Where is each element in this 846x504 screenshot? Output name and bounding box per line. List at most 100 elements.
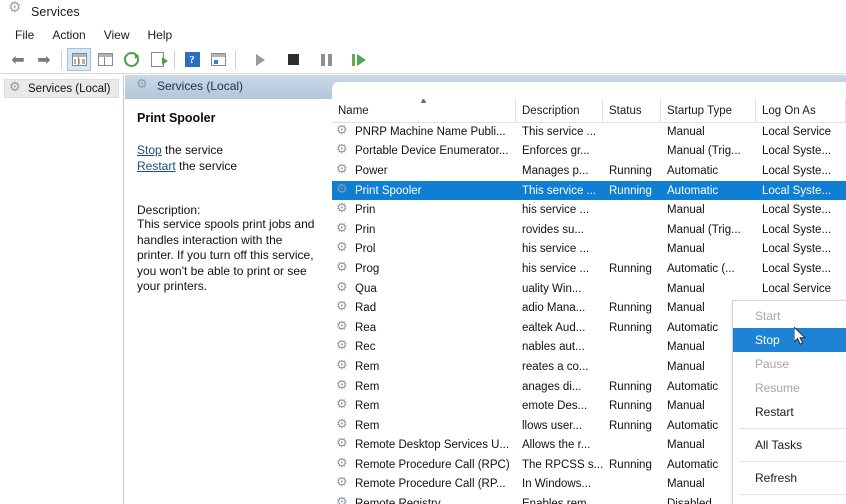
cell-status: Running [603, 400, 661, 412]
cell-name: Remote Desktop Services U... [332, 438, 516, 452]
body-area: Services (Local) Services (Local) Print … [0, 75, 846, 504]
detail-pane: Services (Local) Print Spooler Stop the … [125, 75, 846, 504]
stop-service-link[interactable]: Stop [137, 143, 162, 157]
gear-icon [336, 125, 350, 139]
cell-name: Portable Device Enumerator... [332, 144, 516, 158]
column-header-label: Description [522, 105, 580, 117]
column-header-name[interactable]: Name▲ [332, 99, 516, 122]
context-menu-item-start: Start [733, 304, 846, 328]
table-row[interactable]: PNRP Machine Name Publi...This service .… [332, 122, 846, 142]
context-menu-item-stop[interactable]: Stop [733, 328, 846, 352]
cell-logon: Local Service [756, 283, 846, 295]
tree-item-services-local[interactable]: Services (Local) [4, 79, 119, 98]
restart-service-button[interactable] [347, 48, 371, 71]
cell-logon: Local Syste... [756, 243, 846, 255]
menu-view[interactable]: View [95, 26, 139, 44]
service-name-label: Prin [355, 204, 375, 216]
menu-help[interactable]: Help [139, 26, 182, 44]
column-header-label: Status [609, 105, 642, 117]
gear-icon [336, 223, 350, 237]
sort-ascending-icon: ▲ [419, 99, 428, 105]
gear-icon [336, 477, 350, 491]
help-button[interactable]: ? [180, 48, 204, 71]
service-name-label: Prin [355, 224, 375, 236]
pause-service-button[interactable] [314, 48, 338, 71]
gear-icon [9, 82, 23, 96]
question-mark-icon: ? [185, 52, 200, 67]
cell-status: Running [603, 459, 661, 471]
cell-name: Prog [332, 262, 516, 276]
cell-name: Rem [332, 419, 516, 433]
restart-icon [352, 54, 366, 66]
service-name-label: Rem [355, 400, 379, 412]
cell-startup: Manual (Trig... [661, 145, 756, 157]
cell-name: Rad [332, 301, 516, 315]
menu-separator [739, 494, 846, 495]
column-header-log-on-as[interactable]: Log On As [756, 99, 846, 122]
show-action-pane-button[interactable] [206, 48, 230, 71]
pane-header-label: Services (Local) [157, 79, 243, 93]
back-button[interactable]: ⬅ [6, 48, 30, 71]
cell-startup: Automatic (... [661, 263, 756, 275]
cell-description: adio Mana... [516, 302, 603, 314]
service-name-label: Rem [355, 420, 379, 432]
table-row[interactable]: Portable Device Enumerator...Enforces gr… [332, 142, 846, 162]
menu-bar: File Action View Help [0, 24, 846, 46]
table-row[interactable]: Prinhis service ...ManualLocal Syste... [332, 200, 846, 220]
cell-name: PNRP Machine Name Publi... [332, 125, 516, 139]
pause-icon [321, 54, 332, 66]
table-row[interactable]: PowerManages p...RunningAutomaticLocal S… [332, 161, 846, 181]
table-row[interactable]: Quauality Win...ManualLocal Service [332, 279, 846, 299]
context-menu-item-restart[interactable]: Restart [733, 400, 846, 424]
start-service-button[interactable] [248, 48, 272, 71]
pane-header-band: Services (Local) [125, 75, 846, 99]
menu-separator [739, 428, 846, 429]
services-list: Name▲ Description Status Startup TypeLog On… [332, 99, 846, 504]
table-row[interactable]: Prinrovides su...Manual (Trig...Local Sy… [332, 220, 846, 240]
context-menu-item-label: All Tasks [755, 438, 802, 452]
column-header-status[interactable]: Status [603, 99, 661, 122]
gear-icon [336, 203, 350, 217]
menu-file[interactable]: File [6, 26, 43, 44]
context-menu-item-properties[interactable]: Properties [733, 499, 846, 504]
gear-icon [336, 438, 350, 452]
console-tree-pane: Services (Local) [0, 75, 124, 504]
cell-name: Rea [332, 321, 516, 335]
cell-name: Power [332, 164, 516, 178]
console-tree-icon [72, 53, 87, 66]
cell-description: his service ... [516, 204, 603, 216]
cell-description: Enforces gr... [516, 145, 603, 157]
export-list-icon [151, 52, 164, 67]
service-name-label: Rem [355, 361, 379, 373]
service-name-label: Rem [355, 381, 379, 393]
context-menu-item-all-tasks[interactable]: All Tasks› [733, 433, 846, 457]
cell-description: uality Win... [516, 283, 603, 295]
show-hide-console-tree-button[interactable] [67, 48, 91, 71]
cell-startup: Manual (Trig... [661, 224, 756, 236]
table-row[interactable]: Prolhis service ...ManualLocal Syste... [332, 240, 846, 260]
stop-service-button[interactable] [281, 48, 305, 71]
cell-startup: Automatic [661, 185, 756, 197]
column-header-startup-type[interactable]: Startup Type [661, 99, 756, 122]
cell-name: Rem [332, 360, 516, 374]
table-row[interactable]: Print SpoolerThis service ...RunningAuto… [332, 181, 846, 201]
context-menu-item-label: Stop [755, 333, 780, 347]
context-menu-item-refresh[interactable]: Refresh [733, 466, 846, 490]
export-list-button[interactable] [145, 48, 169, 71]
description-label: Description: [137, 203, 320, 217]
refresh-button[interactable] [119, 48, 143, 71]
cell-startup: Manual [661, 283, 756, 295]
restart-service-link[interactable]: Restart [137, 159, 176, 173]
cell-startup: Manual [661, 126, 756, 138]
column-header-description[interactable]: Description [516, 99, 603, 122]
properties-button[interactable] [93, 48, 117, 71]
gear-icon [336, 301, 350, 315]
cell-description: anages di... [516, 381, 603, 393]
service-name-label: Rad [355, 302, 376, 314]
service-info-panel: Print Spooler Stop the service Restart t… [125, 99, 332, 504]
gear-icon [336, 184, 350, 198]
table-row[interactable]: Proghis service ...RunningAutomatic (...… [332, 259, 846, 279]
forward-button[interactable]: ➡ [32, 48, 56, 71]
cell-name: Rem [332, 380, 516, 394]
menu-action[interactable]: Action [43, 26, 94, 44]
